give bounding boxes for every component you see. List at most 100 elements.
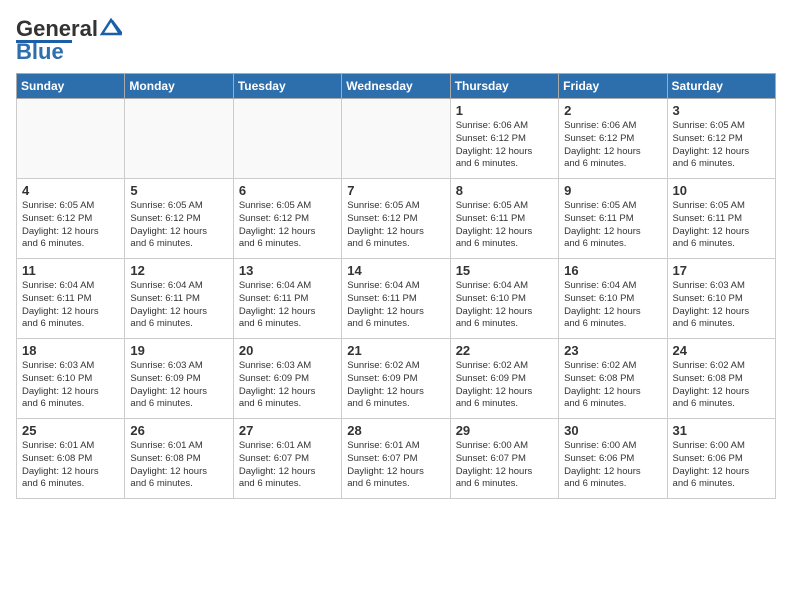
day-content: Sunrise: 6:03 AM Sunset: 6:09 PM Dayligh… [239, 360, 336, 411]
calendar-cell: 1 Sunrise: 6:06 AM Sunset: 6:12 PM Daylig… [450, 99, 558, 179]
calendar-cell: 21Sunrise: 6:02 AM Sunset: 6:09 PM Dayli… [342, 339, 450, 419]
day-content: Sunrise: 6:00 AM Sunset: 6:06 PM Dayligh… [673, 440, 770, 491]
day-number: 10 [673, 183, 770, 198]
day-number: 12 [130, 263, 227, 278]
calendar-week-row: 4 Sunrise: 6:05 AM Sunset: 6:12 PM Daylig… [17, 179, 776, 259]
calendar-week-row: 11 Sunrise: 6:04 AM Sunset: 6:11 PM Dayli… [17, 259, 776, 339]
day-content: Sunrise: 6:04 AM Sunset: 6:11 PM Dayligh… [22, 280, 119, 331]
calendar-cell: 25Sunrise: 6:01 AM Sunset: 6:08 PM Dayli… [17, 419, 125, 499]
day-number: 29 [456, 423, 553, 438]
day-number: 16 [564, 263, 661, 278]
day-number: 27 [239, 423, 336, 438]
calendar-cell: 12Sunrise: 6:04 AM Sunset: 6:11 PM Dayli… [125, 259, 233, 339]
day-content: Sunrise: 6:06 AM Sunset: 6:12 PM Dayligh… [564, 120, 661, 171]
day-content: Sunrise: 6:00 AM Sunset: 6:06 PM Dayligh… [564, 440, 661, 491]
calendar-cell: 23Sunrise: 6:02 AM Sunset: 6:08 PM Dayli… [559, 339, 667, 419]
day-number: 24 [673, 343, 770, 358]
day-number: 4 [22, 183, 119, 198]
calendar-cell: 17 Sunrise: 6:03 AM Sunset: 6:10 PM Dayli… [667, 259, 775, 339]
calendar-cell: 14 Sunrise: 6:04 AM Sunset: 6:11 PM Dayli… [342, 259, 450, 339]
day-content: Sunrise: 6:04 AM Sunset: 6:10 PM Dayligh… [456, 280, 553, 331]
day-content: Sunrise: 6:00 AM Sunset: 6:07 PM Dayligh… [456, 440, 553, 491]
calendar-week-row: 25 Sunrise: 6:01 AM Sunset: 6:08 PM Dayli… [17, 419, 776, 499]
calendar-cell: 30Sunrise: 6:00 AM Sunset: 6:06 PM Dayli… [559, 419, 667, 499]
day-number: 7 [347, 183, 444, 198]
calendar-cell: 24 Sunrise: 6:02 AM Sunset: 6:08 PM Dayli… [667, 339, 775, 419]
calendar-cell: 19 Sunrise: 6:03 AM Sunset: 6:09 PM Dayli… [125, 339, 233, 419]
day-content: Sunrise: 6:03 AM Sunset: 6:09 PM Dayligh… [130, 360, 227, 411]
day-content: Sunrise: 6:05 AM Sunset: 6:11 PM Dayligh… [564, 200, 661, 251]
day-number: 11 [22, 263, 119, 278]
day-number: 2 [564, 103, 661, 118]
day-content: Sunrise: 6:01 AM Sunset: 6:07 PM Dayligh… [239, 440, 336, 491]
calendar-cell: 20 Sunrise: 6:03 AM Sunset: 6:09 PM Dayli… [233, 339, 341, 419]
day-number: 6 [239, 183, 336, 198]
calendar-cell: 3Sunrise: 6:05 AM Sunset: 6:12 PM Daylig… [667, 99, 775, 179]
calendar-cell: 16 Sunrise: 6:04 AM Sunset: 6:10 PM Dayli… [559, 259, 667, 339]
day-content: Sunrise: 6:04 AM Sunset: 6:11 PM Dayligh… [239, 280, 336, 331]
day-content: Sunrise: 6:02 AM Sunset: 6:09 PM Dayligh… [347, 360, 444, 411]
day-of-week-header: Friday [559, 74, 667, 99]
day-number: 20 [239, 343, 336, 358]
day-number: 31 [673, 423, 770, 438]
day-number: 15 [456, 263, 553, 278]
page-header: General Blue [16, 16, 776, 65]
calendar-cell: 8Sunrise: 6:05 AM Sunset: 6:11 PM Daylig… [450, 179, 558, 259]
calendar-cell: 11 Sunrise: 6:04 AM Sunset: 6:11 PM Dayli… [17, 259, 125, 339]
calendar-cell: 7 Sunrise: 6:05 AM Sunset: 6:12 PM Daylig… [342, 179, 450, 259]
logo: General Blue [16, 16, 122, 65]
calendar-cell: 15 Sunrise: 6:04 AM Sunset: 6:10 PM Dayli… [450, 259, 558, 339]
day-of-week-header: Wednesday [342, 74, 450, 99]
day-content: Sunrise: 6:04 AM Sunset: 6:10 PM Dayligh… [564, 280, 661, 331]
day-content: Sunrise: 6:05 AM Sunset: 6:11 PM Dayligh… [673, 200, 770, 251]
calendar-cell: 2 Sunrise: 6:06 AM Sunset: 6:12 PM Daylig… [559, 99, 667, 179]
day-of-week-header: Thursday [450, 74, 558, 99]
day-content: Sunrise: 6:05 AM Sunset: 6:12 PM Dayligh… [239, 200, 336, 251]
calendar-cell: 31 Sunrise: 6:00 AM Sunset: 6:06 PM Dayli… [667, 419, 775, 499]
calendar-table: SundayMondayTuesdayWednesdayThursdayFrid… [16, 73, 776, 499]
calendar-cell [125, 99, 233, 179]
calendar-cell: 18 Sunrise: 6:03 AM Sunset: 6:10 PM Dayli… [17, 339, 125, 419]
day-content: Sunrise: 6:03 AM Sunset: 6:10 PM Dayligh… [22, 360, 119, 411]
day-content: Sunrise: 6:02 AM Sunset: 6:09 PM Dayligh… [456, 360, 553, 411]
day-content: Sunrise: 6:05 AM Sunset: 6:12 PM Dayligh… [130, 200, 227, 251]
day-number: 17 [673, 263, 770, 278]
day-content: Sunrise: 6:04 AM Sunset: 6:11 PM Dayligh… [347, 280, 444, 331]
logo-blue: Blue [16, 39, 64, 65]
calendar-cell: 13Sunrise: 6:04 AM Sunset: 6:11 PM Dayli… [233, 259, 341, 339]
calendar-cell: 4Sunrise: 6:05 AM Sunset: 6:12 PM Daylig… [17, 179, 125, 259]
day-number: 14 [347, 263, 444, 278]
day-number: 18 [22, 343, 119, 358]
day-number: 25 [22, 423, 119, 438]
calendar-cell [342, 99, 450, 179]
calendar-cell: 6 Sunrise: 6:05 AM Sunset: 6:12 PM Daylig… [233, 179, 341, 259]
calendar-cell: 22Sunrise: 6:02 AM Sunset: 6:09 PM Dayli… [450, 339, 558, 419]
day-number: 8 [456, 183, 553, 198]
day-number: 19 [130, 343, 227, 358]
calendar-cell: 26 Sunrise: 6:01 AM Sunset: 6:08 PM Dayli… [125, 419, 233, 499]
day-of-week-header: Tuesday [233, 74, 341, 99]
day-number: 1 [456, 103, 553, 118]
day-number: 26 [130, 423, 227, 438]
day-content: Sunrise: 6:02 AM Sunset: 6:08 PM Dayligh… [673, 360, 770, 411]
day-of-week-header: Saturday [667, 74, 775, 99]
calendar-cell: 28 Sunrise: 6:01 AM Sunset: 6:07 PM Dayli… [342, 419, 450, 499]
day-content: Sunrise: 6:05 AM Sunset: 6:12 PM Dayligh… [347, 200, 444, 251]
calendar-cell [233, 99, 341, 179]
day-content: Sunrise: 6:03 AM Sunset: 6:10 PM Dayligh… [673, 280, 770, 331]
day-number: 9 [564, 183, 661, 198]
calendar-cell: 5 Sunrise: 6:05 AM Sunset: 6:12 PM Daylig… [125, 179, 233, 259]
calendar-cell: 27 Sunrise: 6:01 AM Sunset: 6:07 PM Dayli… [233, 419, 341, 499]
calendar-cell: 9 Sunrise: 6:05 AM Sunset: 6:11 PM Daylig… [559, 179, 667, 259]
day-content: Sunrise: 6:01 AM Sunset: 6:07 PM Dayligh… [347, 440, 444, 491]
day-content: Sunrise: 6:01 AM Sunset: 6:08 PM Dayligh… [130, 440, 227, 491]
calendar-cell: 29 Sunrise: 6:00 AM Sunset: 6:07 PM Dayli… [450, 419, 558, 499]
day-number: 23 [564, 343, 661, 358]
day-content: Sunrise: 6:06 AM Sunset: 6:12 PM Dayligh… [456, 120, 553, 171]
calendar-week-row: 1 Sunrise: 6:06 AM Sunset: 6:12 PM Daylig… [17, 99, 776, 179]
calendar-cell [17, 99, 125, 179]
day-number: 5 [130, 183, 227, 198]
day-of-week-header: Sunday [17, 74, 125, 99]
calendar-week-row: 18 Sunrise: 6:03 AM Sunset: 6:10 PM Dayli… [17, 339, 776, 419]
day-number: 28 [347, 423, 444, 438]
